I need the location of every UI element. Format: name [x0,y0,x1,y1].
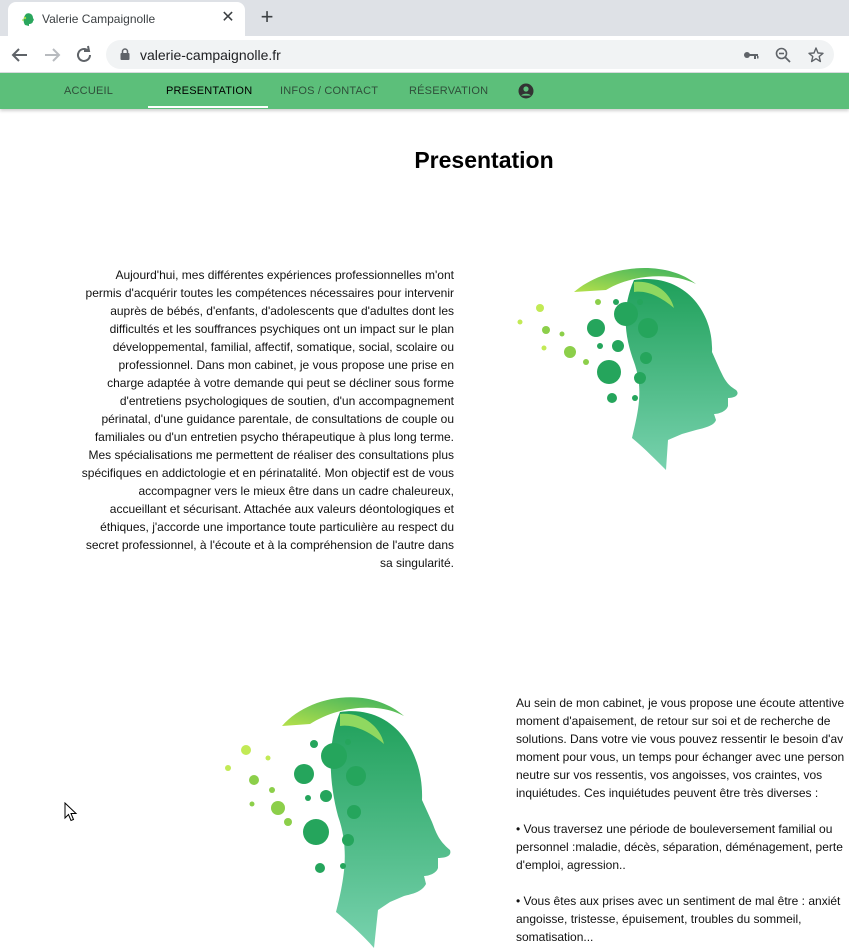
address-bar[interactable]: valerie-campaignolle.fr [106,40,834,69]
browser-toolbar: valerie-campaignolle.fr [0,36,849,73]
browser-tabstrip: Valerie Campaignolle ✕ + [0,0,849,36]
new-tab-icon[interactable]: + [256,6,278,29]
paragraph-specialisations: Mes spécialisations me permettent de réa… [81,448,454,570]
forward-arrow-icon[interactable] [40,43,64,67]
mouse-cursor-icon [64,802,78,822]
text-line: • Vous traversez une période de boulever… [516,822,833,836]
text-line: d'emploi, agression.. [516,858,626,872]
site-navbar: ACCUEIL PRESENTATION INFOS / CONTACT RÉS… [0,73,849,109]
nav-item-accueil[interactable]: ACCUEIL [64,73,113,109]
bookmark-star-icon[interactable] [807,46,825,64]
paragraph-experience: Aujourd'hui, mes différentes expériences… [85,268,454,444]
page-title: Presentation [414,147,554,173]
text-line: personnel :maladie, décès, séparation, d… [516,840,843,854]
back-arrow-icon[interactable] [8,43,32,67]
head-illustration-2 [225,697,451,948]
text-line: solutions. Dans votre vie vous pouvez re… [516,732,844,746]
text-line: moment d'apaisement, de retour sur soi e… [516,714,831,728]
text-line: • Vous êtes aux prises avec un sentiment… [516,894,841,908]
browser-tab[interactable]: Valerie Campaignolle ✕ [8,2,245,36]
text-line: somatisation... [516,930,594,944]
lock-icon[interactable] [118,47,132,61]
presentation-text-1: Aujourd'hui, mes différentes expériences… [80,266,454,572]
presentation-text-2: Au sein de mon cabinet, je vous propose … [516,694,849,946]
key-icon[interactable] [742,46,760,64]
close-tab-icon[interactable]: ✕ [220,10,236,26]
text-line: angoisse, tristesse, épuisement, trouble… [516,912,802,926]
text-line: neutre sur vos ressentis, vos angoisses,… [516,768,823,782]
text-line: Au sein de mon cabinet, je vous propose … [516,696,845,710]
nav-item-presentation[interactable]: PRESENTATION [166,73,252,109]
account-circle-icon[interactable] [518,83,534,99]
nav-item-infos-contact[interactable]: INFOS / CONTACT [280,73,378,109]
head-logo-icon [22,13,34,26]
head-illustration-1 [517,268,738,470]
text-line: inquiétudes. Ces inquiétudes peuvent êtr… [516,786,819,800]
active-tab-indicator [148,106,268,108]
text-line: moment pour vous, un temps pour échanger… [516,750,845,764]
nav-item-reservation[interactable]: RÉSERVATION [409,73,488,109]
url-text: valerie-campaignolle.fr [140,47,281,63]
reload-icon[interactable] [72,43,96,67]
zoom-out-icon[interactable] [774,46,792,64]
tab-title: Valerie Campaignolle [42,12,156,26]
